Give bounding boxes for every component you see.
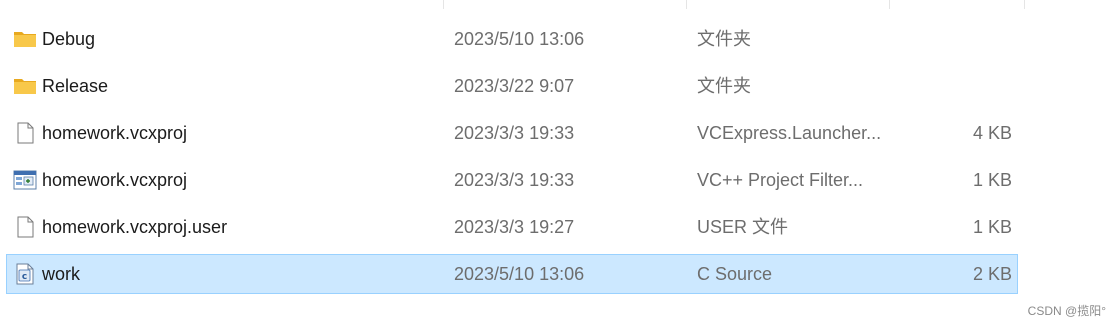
file-type: USER 文件 [697,217,789,237]
generic-file-icon [13,216,37,238]
file-list: Debug 2023/5/10 13:06 文件夹 Release 2023/3… [0,0,1116,323]
file-row-release[interactable]: Release 2023/3/22 9:07 文件夹 [6,66,1018,106]
file-type: VCExpress.Launcher... [697,123,882,143]
file-size: 2 KB [972,264,1012,284]
vc-filter-file-icon [13,169,37,191]
column-divider[interactable] [686,0,687,9]
file-name: homework.vcxproj [42,170,188,190]
watermark: CSDN @揽阳° [1027,304,1106,318]
file-date: 2023/3/3 19:33 [454,123,575,143]
c-source-file-icon: c [13,263,37,285]
file-name: homework.vcxproj.user [42,217,228,237]
file-size: 4 KB [972,123,1012,143]
file-name: homework.vcxproj [42,123,188,143]
file-date: 2023/5/10 13:06 [454,264,585,284]
file-type: 文件夹 [697,29,751,49]
folder-icon [13,75,37,97]
folder-icon [13,28,37,50]
file-type: C Source [697,264,773,284]
file-size: 1 KB [972,170,1012,190]
column-divider[interactable] [1024,0,1025,9]
file-row-vcxproj-filters[interactable]: homework.vcxproj 2023/3/3 19:33 VC++ Pro… [6,160,1018,200]
file-type: 文件夹 [697,76,751,96]
column-divider[interactable] [889,0,890,9]
file-date: 2023/3/3 19:33 [454,170,575,190]
column-divider[interactable] [443,0,444,9]
file-type: VC++ Project Filter... [697,170,864,190]
file-row-debug[interactable]: Debug 2023/5/10 13:06 文件夹 [6,19,1018,59]
svg-text:c: c [22,272,27,282]
file-name: Debug [42,29,96,49]
file-row-vcxproj-user[interactable]: homework.vcxproj.user 2023/3/3 19:27 USE… [6,207,1018,247]
file-date: 2023/3/3 19:27 [454,217,575,237]
file-date: 2023/5/10 13:06 [454,29,585,49]
file-row-work[interactable]: c work 2023/5/10 13:06 C Source 2 KB [6,254,1018,294]
file-date: 2023/3/22 9:07 [454,76,575,96]
file-name: Release [42,76,109,96]
generic-file-icon [13,122,37,144]
file-size: 1 KB [972,217,1012,237]
file-row-vcxproj[interactable]: homework.vcxproj 2023/3/3 19:33 VCExpres… [6,113,1018,153]
file-name: work [42,264,81,284]
